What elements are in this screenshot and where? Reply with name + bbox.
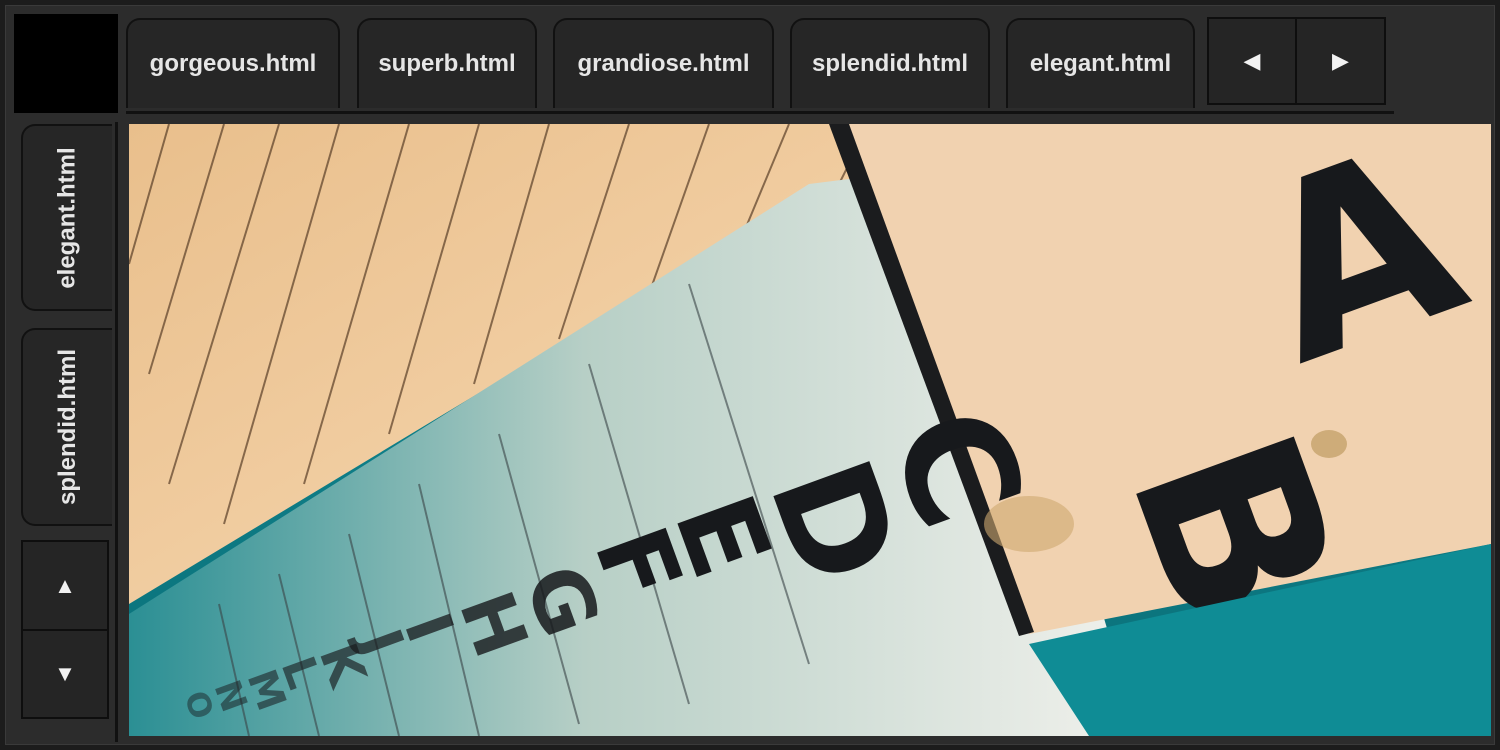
content-photo: A B C D E F G H I J K L M N O xyxy=(129,124,1491,736)
corner-block xyxy=(14,14,118,113)
tab-label: gorgeous.html xyxy=(149,50,317,77)
tab-label: elegant.html xyxy=(1029,50,1172,77)
tab-bar-divider xyxy=(126,111,1394,114)
side-tab-elegant[interactable]: elegant.html xyxy=(21,124,112,311)
tab-label: grandiose.html xyxy=(577,50,750,77)
side-scroll-down-button[interactable]: ▼ xyxy=(21,629,109,719)
tab-splendid[interactable]: splendid.html xyxy=(790,18,990,108)
left-arrow-icon: ◀ xyxy=(1243,48,1261,73)
side-tab-splendid[interactable]: splendid.html xyxy=(21,328,112,526)
up-arrow-icon: ▲ xyxy=(54,572,76,598)
tab-scroll-left-button[interactable]: ◀ xyxy=(1207,17,1297,105)
tab-grandiose[interactable]: grandiose.html xyxy=(553,18,774,108)
tab-scroll-right-button[interactable]: ▶ xyxy=(1295,17,1386,105)
side-bar-divider xyxy=(115,122,118,742)
tab-gorgeous[interactable]: gorgeous.html xyxy=(126,18,340,108)
right-arrow-icon: ▶ xyxy=(1332,48,1349,73)
tab-elegant[interactable]: elegant.html xyxy=(1006,18,1195,108)
tab-superb[interactable]: superb.html xyxy=(357,18,537,108)
tab-label: superb.html xyxy=(378,50,516,77)
side-tab-label: elegant.html xyxy=(53,146,81,289)
down-arrow-icon: ▼ xyxy=(54,661,76,686)
side-tab-label: splendid.html xyxy=(53,349,81,505)
tab-label: splendid.html xyxy=(812,50,968,77)
pool-steps-photo: A B C D E F G H I J K L M N O xyxy=(129,124,1491,736)
side-scroll-up-button[interactable]: ▲ xyxy=(21,540,109,631)
